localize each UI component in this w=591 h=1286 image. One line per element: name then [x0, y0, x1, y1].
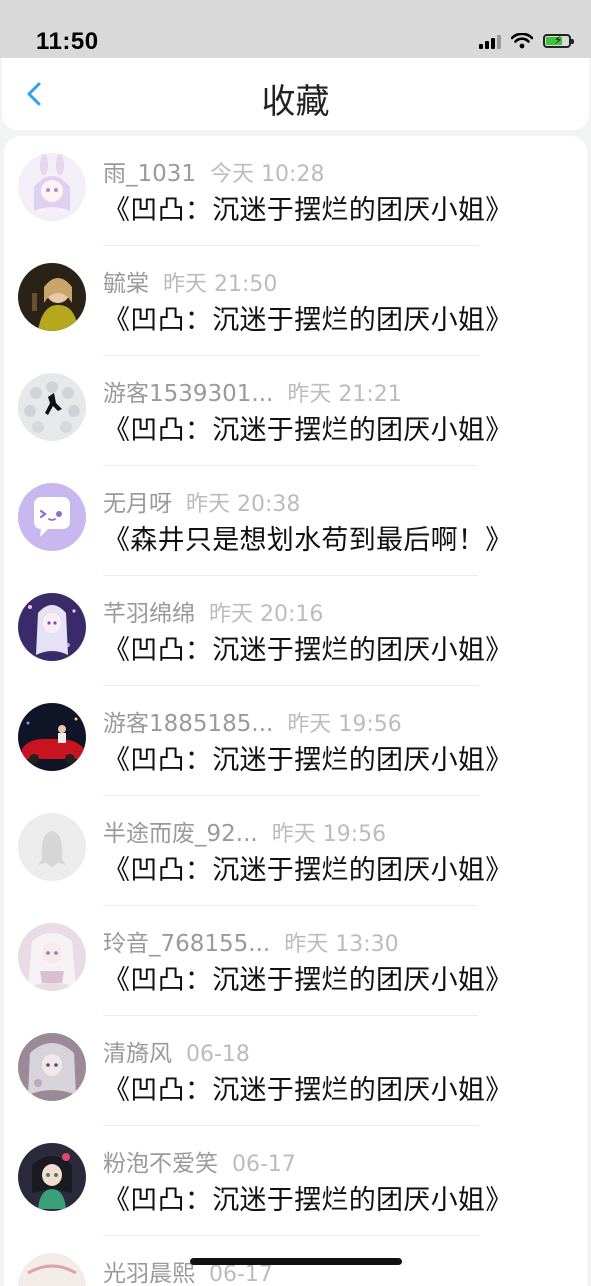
- list-item[interactable]: 半途而废_92... 昨天 19:56 《凹凸：沉迷于摆烂的团厌小姐》: [4, 796, 587, 906]
- status-icons: ⚡: [479, 30, 574, 52]
- timestamp: 06-18: [186, 1042, 250, 1067]
- user-name[interactable]: 游客1885185...: [103, 711, 273, 737]
- list-item[interactable]: 游客1885185... 昨天 19:56 《凹凸：沉迷于摆烂的团厌小姐》: [4, 686, 587, 796]
- page-title: 收藏: [261, 82, 330, 122]
- timestamp: 06-17: [209, 1262, 273, 1286]
- user-name[interactable]: 粉泡不爱笑: [103, 1151, 218, 1177]
- list-item[interactable]: 雨_1031 今天 10:28 《凹凸：沉迷于摆烂的团厌小姐》: [4, 136, 587, 246]
- avatar[interactable]: [18, 593, 86, 661]
- timestamp: 06-17: [232, 1152, 296, 1177]
- book-title[interactable]: 《凹凸：沉迷于摆烂的团厌小姐》: [103, 298, 513, 337]
- battery-icon: ⚡: [543, 33, 574, 48]
- book-title[interactable]: 《凹凸：沉迷于摆烂的团厌小姐》: [103, 1068, 513, 1107]
- book-title[interactable]: 《凹凸：沉迷于摆烂的团厌小姐》: [103, 628, 513, 667]
- timestamp: 昨天 20:38: [186, 492, 301, 517]
- user-name[interactable]: 清旖风: [103, 1041, 172, 1067]
- timestamp: 昨天 21:21: [287, 382, 402, 407]
- avatar[interactable]: [18, 153, 86, 221]
- avatar[interactable]: [18, 813, 86, 881]
- avatar[interactable]: [18, 1253, 86, 1286]
- item-meta: 雨_1031 今天 10:28: [103, 154, 324, 188]
- list-item[interactable]: 毓棠 昨天 21:50 《凹凸：沉迷于摆烂的团厌小姐》: [4, 246, 587, 356]
- favorites-list: 雨_1031 今天 10:28 《凹凸：沉迷于摆烂的团厌小姐》 毓棠 昨天 21:5…: [4, 136, 587, 1286]
- avatar[interactable]: [18, 1033, 86, 1101]
- item-meta: 游客1885185... 昨天 19:56: [103, 704, 402, 738]
- timestamp: 昨天 13:30: [284, 932, 399, 957]
- status-bar: 11:50 ⚡: [0, 0, 591, 58]
- timestamp: 昨天 19:56: [287, 712, 402, 737]
- book-title[interactable]: 《凹凸：沉迷于摆烂的团厌小姐》: [103, 738, 513, 777]
- book-title[interactable]: 《凹凸：沉迷于摆烂的团厌小姐》: [103, 1178, 513, 1217]
- item-meta: 芊羽绵绵 昨天 20:16: [103, 594, 323, 628]
- avatar[interactable]: [18, 373, 86, 441]
- list-item[interactable]: 清旖风 06-18 《凹凸：沉迷于摆烂的团厌小姐》: [4, 1016, 587, 1126]
- avatar[interactable]: [18, 483, 86, 551]
- item-meta: 玲音_768155... 昨天 13:30: [103, 924, 399, 958]
- timestamp: 今天 10:28: [210, 162, 325, 187]
- timestamp: 昨天 21:50: [163, 272, 278, 297]
- book-title[interactable]: 《凹凸：沉迷于摆烂的团厌小姐》: [103, 848, 513, 887]
- book-title[interactable]: 《凹凸：沉迷于摆烂的团厌小姐》: [103, 958, 513, 997]
- status-time: 11:50: [36, 28, 99, 55]
- nav-header: 收藏: [2, 58, 589, 130]
- home-indicator[interactable]: [190, 1258, 402, 1265]
- list-item[interactable]: 芊羽绵绵 昨天 20:16 《凹凸：沉迷于摆烂的团厌小姐》: [4, 576, 587, 686]
- user-name[interactable]: 毓棠: [103, 271, 149, 297]
- item-meta: 半途而废_92... 昨天 19:56: [103, 814, 386, 848]
- timestamp: 昨天 19:56: [271, 822, 387, 847]
- user-name[interactable]: 光羽晨熙: [103, 1261, 195, 1286]
- list-item[interactable]: 游客1539301... 昨天 21:21 《凹凸：沉迷于摆烂的团厌小姐》: [4, 356, 587, 466]
- item-meta: 毓棠 昨天 21:50: [103, 264, 277, 298]
- item-meta: 游客1539301... 昨天 21:21: [103, 374, 402, 408]
- user-name[interactable]: 游客1539301...: [103, 381, 273, 407]
- list-item[interactable]: 粉泡不爱笑 06-17 《凹凸：沉迷于摆烂的团厌小姐》: [4, 1126, 587, 1236]
- user-name[interactable]: 无月呀: [103, 491, 172, 517]
- item-meta: 粉泡不爱笑 06-17: [103, 1144, 296, 1178]
- book-title[interactable]: 《凹凸：沉迷于摆烂的团厌小姐》: [103, 408, 513, 447]
- item-meta: 无月呀 昨天 20:38: [103, 484, 300, 518]
- list-item[interactable]: 玲音_768155... 昨天 13:30 《凹凸：沉迷于摆烂的团厌小姐》: [4, 906, 587, 1016]
- user-name[interactable]: 芊羽绵绵: [103, 601, 195, 627]
- wifi-icon: [511, 33, 533, 49]
- user-name[interactable]: 半途而废_92...: [103, 821, 258, 847]
- avatar[interactable]: [18, 923, 86, 991]
- avatar[interactable]: [18, 1143, 86, 1211]
- item-meta: 清旖风 06-18: [103, 1034, 250, 1068]
- list-item[interactable]: 无月呀 昨天 20:38 《森井只是想划水苟到最后啊！》: [4, 466, 587, 576]
- user-name[interactable]: 玲音_768155...: [103, 931, 270, 957]
- signal-icon: [479, 33, 501, 49]
- timestamp: 昨天 20:16: [209, 602, 324, 627]
- book-title[interactable]: 《森井只是想划水苟到最后啊！》: [103, 518, 513, 557]
- avatar[interactable]: [18, 703, 86, 771]
- avatar[interactable]: [18, 263, 86, 331]
- user-name[interactable]: 雨_1031: [103, 161, 196, 187]
- book-title[interactable]: 《凹凸：沉迷于摆烂的团厌小姐》: [103, 188, 513, 227]
